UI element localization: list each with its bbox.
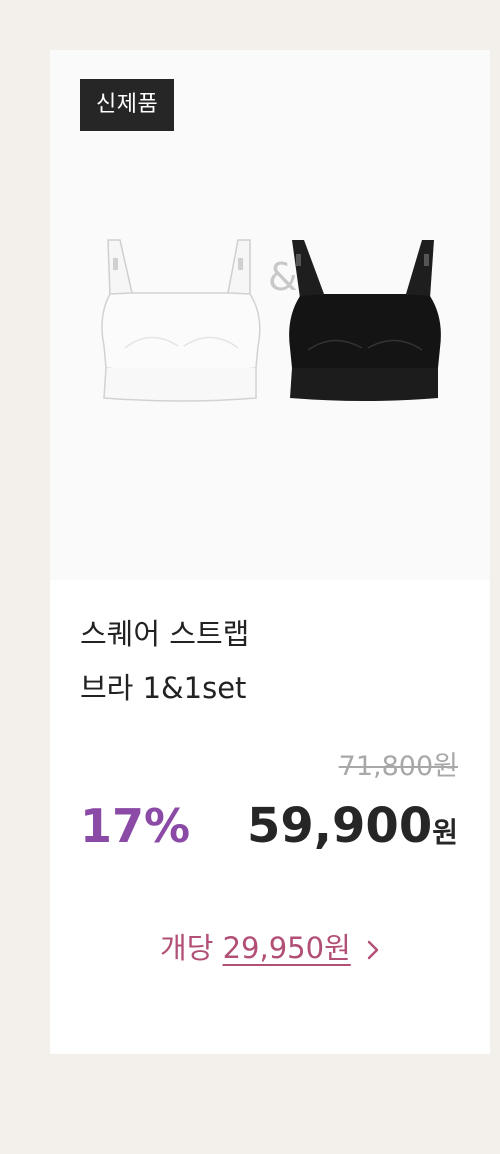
white-bra-image [101, 239, 261, 402]
ampersand-separator: & [268, 255, 298, 299]
per-unit-prefix: 개당 [160, 931, 214, 965]
original-price: 71,800원 [338, 751, 458, 782]
product-card[interactable]: 신제품 & 스퀘어 스트랩 브라 1&1set 71,800원 17% 59,9… [50, 50, 490, 1054]
product-image-area[interactable]: 신제품 & [50, 50, 490, 580]
sale-price-number: 59,900 [247, 798, 433, 854]
sale-price-unit: 원 [432, 816, 458, 849]
sale-price: 59,900원 [247, 794, 458, 858]
product-title[interactable]: 스퀘어 스트랩 브라 1&1set [80, 607, 460, 715]
new-product-badge: 신제품 [80, 79, 175, 131]
discount-rate: 17% [80, 799, 191, 853]
black-bra-image [289, 240, 441, 401]
product-title-line2: 브라 1&1set [80, 671, 247, 705]
per-unit-amount: 29,950원 [222, 931, 351, 965]
product-title-line1: 스퀘어 스트랩 [80, 617, 250, 651]
per-unit-price-link[interactable]: 개당 29,950원 [50, 926, 490, 970]
product-image: & [101, 239, 441, 402]
chevron-right-icon [367, 940, 379, 960]
